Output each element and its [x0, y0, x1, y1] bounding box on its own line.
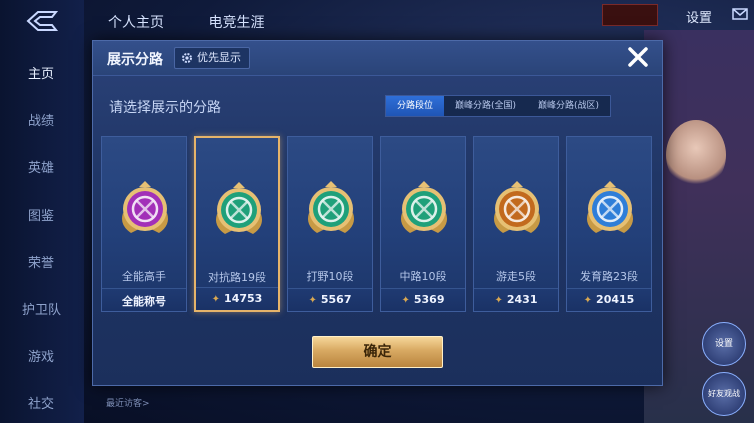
nav-item-codex[interactable]: 图鉴: [0, 205, 84, 224]
tab-lane-rank[interactable]: 分路段位: [386, 96, 445, 116]
lane-card[interactable]: 游走5段 ✦ 2431: [473, 136, 559, 312]
tab-peak-lane-region[interactable]: 巅峰分路(战区): [527, 96, 610, 116]
back-icon[interactable]: [22, 8, 62, 34]
lane-card[interactable]: 发育路23段 ✦ 20415: [566, 136, 652, 312]
lane-card-stat-value: 14753: [224, 292, 263, 305]
modal-header: 展示分路 优先显示: [93, 41, 662, 76]
lane-cards: 全能高手 全能称号 对抗路19段 ✦ 14753 打野10段 ✦ 5567 中路10段 ✦ 5369…: [101, 136, 653, 314]
mail-icon[interactable]: [732, 7, 748, 21]
left-navigation: 主页 战绩 英雄 图鉴 荣誉 护卫队 游戏 社交: [0, 0, 84, 423]
lane-card-name: 对抗路19段: [208, 271, 266, 284]
rank-star-icon: ✦: [211, 294, 221, 305]
tab-esports-career[interactable]: 电竞生涯: [208, 15, 264, 31]
nav-item-guard-team[interactable]: 护卫队: [0, 299, 84, 318]
recent-visitors-link[interactable]: 最近访客>: [106, 396, 150, 409]
tab-personal-home[interactable]: 个人主页: [108, 15, 164, 31]
lane-card-name: 游走5段: [496, 270, 536, 283]
lane-card-stat-value: 全能称号: [122, 295, 166, 308]
priority-display-button[interactable]: 优先显示: [174, 47, 250, 69]
close-icon[interactable]: [626, 45, 650, 69]
nav-item-heroes[interactable]: 英雄: [0, 157, 84, 176]
lane-card-stat-value: 2431: [506, 293, 538, 306]
lane-card[interactable]: 中路10段 ✦ 5369: [380, 136, 466, 312]
lane-card-stat-value: 20415: [596, 293, 635, 306]
nav-item-record[interactable]: 战绩: [0, 110, 84, 129]
modal-title: 展示分路: [107, 52, 163, 68]
roam-emblem-icon: [494, 181, 540, 233]
lane-card[interactable]: 对抗路19段 ✦ 14753: [194, 136, 280, 312]
lane-card-name: 全能高手: [122, 270, 166, 283]
lane-card-name: 打野10段: [306, 270, 354, 283]
gear-icon: [182, 53, 192, 63]
all-round-emblem-icon: [122, 181, 168, 233]
lane-card-footer: ✦ 20415: [567, 288, 651, 311]
clash-lane-emblem-icon: [216, 182, 262, 234]
nav-item-home[interactable]: 主页: [0, 63, 84, 82]
rank-star-icon: ✦: [308, 295, 317, 306]
lane-card-stat: ✦ 5567: [288, 293, 372, 306]
rank-star-icon: ✦: [583, 295, 593, 306]
lane-display-modal: 展示分路 优先显示 请选择展示的分路 分路段位 巅峰分路(全国) 巅峰分路(战区…: [92, 40, 663, 386]
lane-card-stat-value: 5567: [320, 293, 352, 306]
lane-card-stat: ✦ 14753: [196, 292, 278, 305]
rank-star-icon: ✦: [494, 295, 503, 306]
notification-badge[interactable]: [602, 4, 658, 26]
side-settings-button[interactable]: 设置: [702, 322, 746, 366]
lane-card[interactable]: 全能高手 全能称号: [101, 136, 187, 312]
lane-card-footer: ✦ 5567: [288, 288, 372, 311]
lane-tabs: 分路段位 巅峰分路(全国) 巅峰分路(战区): [385, 95, 612, 117]
lane-card-stat-value: 5369: [413, 293, 445, 306]
modal-subtitle: 请选择展示的分路: [109, 100, 221, 116]
lane-card-name: 中路10段: [399, 270, 447, 283]
lane-card-stat: ✦ 20415: [567, 293, 651, 306]
lane-card-footer: 全能称号: [102, 288, 186, 311]
tab-peak-lane-national[interactable]: 巅峰分路(全国): [444, 96, 527, 116]
side-spectate-button[interactable]: 好友观战: [702, 372, 746, 416]
rank-star-icon: ✦: [401, 295, 410, 306]
nav-item-honor[interactable]: 荣誉: [0, 252, 84, 271]
lane-card-footer: ✦ 5369: [381, 288, 465, 311]
priority-display-label: 优先显示: [197, 51, 241, 64]
lane-card[interactable]: 打野10段 ✦ 5567: [287, 136, 373, 312]
mid-lane-emblem-icon: [401, 181, 447, 233]
lane-card-name: 发育路23段: [580, 270, 638, 283]
confirm-button[interactable]: 确定: [312, 336, 443, 368]
nav-item-games[interactable]: 游戏: [0, 346, 84, 365]
farm-lane-emblem-icon: [587, 181, 633, 233]
lane-card-stat: 全能称号: [102, 293, 186, 309]
top-tabs: 个人主页 电竞生涯: [108, 12, 304, 32]
lane-card-footer: ✦ 2431: [474, 288, 558, 311]
lane-card-stat: ✦ 2431: [474, 293, 558, 306]
top-right-bar: 设置: [584, 0, 754, 30]
hero-face: [666, 120, 726, 190]
nav-item-social[interactable]: 社交: [0, 393, 84, 412]
lane-card-footer: ✦ 14753: [196, 287, 278, 310]
lane-card-stat: ✦ 5369: [381, 293, 465, 306]
settings-button[interactable]: 设置: [680, 6, 718, 27]
jungle-emblem-icon: [308, 181, 354, 233]
